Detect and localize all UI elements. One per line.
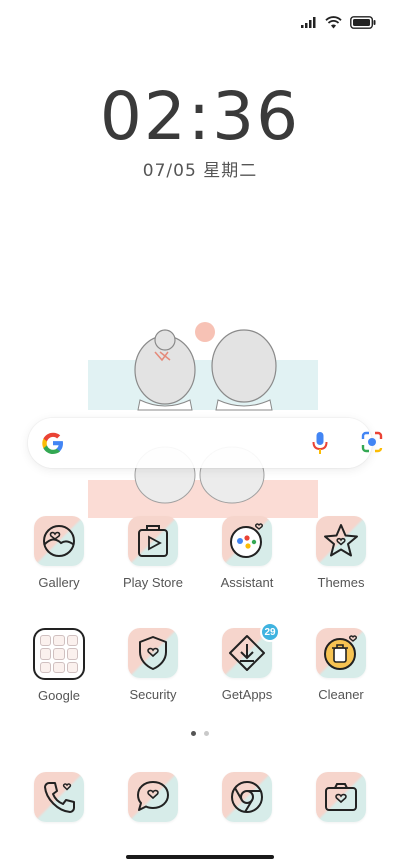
page-dot-active	[191, 731, 196, 736]
app-folder-google[interactable]: Google	[12, 628, 106, 703]
security-app-icon	[128, 628, 178, 678]
app-themes[interactable]: Themes	[294, 516, 388, 590]
themes-app-icon	[316, 516, 366, 566]
app-label: Play Store	[123, 575, 183, 590]
play-store-app-icon	[128, 516, 178, 566]
app-label: Themes	[317, 575, 365, 590]
app-getapps[interactable]: 29 GetApps	[200, 622, 294, 702]
phone-icon	[34, 772, 84, 822]
notification-badge: 29	[260, 622, 280, 642]
google-folder-icon	[33, 628, 85, 680]
app-label: Google	[38, 688, 80, 703]
app-label: Gallery	[38, 575, 80, 590]
messages-icon	[128, 772, 178, 822]
wallpaper-illustration	[88, 322, 318, 518]
app-label: GetApps	[221, 687, 273, 702]
wifi-icon	[325, 15, 342, 28]
camera-icon	[316, 772, 366, 822]
battery-icon	[350, 15, 376, 29]
google-lens-icon[interactable]	[360, 430, 384, 454]
app-gallery[interactable]: Gallery	[12, 516, 106, 590]
chrome-icon	[222, 772, 272, 822]
page-indicator[interactable]	[0, 731, 400, 736]
dock-phone[interactable]	[12, 772, 106, 822]
clock-date: 07/05 星期二	[142, 161, 258, 181]
signal-icon	[301, 17, 316, 28]
status-bar	[301, 10, 376, 34]
google-search-bar[interactable]	[28, 418, 383, 468]
page-dot	[204, 731, 209, 736]
google-logo-icon	[42, 432, 63, 454]
app-label: Security	[129, 687, 177, 702]
dock-camera[interactable]	[294, 772, 388, 822]
gallery-app-icon	[34, 516, 84, 566]
app-play-store[interactable]: Play Store	[106, 516, 200, 590]
dock-chrome[interactable]	[200, 772, 294, 822]
home-indicator[interactable]	[126, 855, 274, 859]
app-label: Assistant	[220, 575, 274, 590]
assistant-app-icon	[222, 516, 272, 566]
lockscreen-clock[interactable]: 02:36	[0, 78, 400, 155]
clock-time: 02:36	[99, 78, 301, 155]
app-security[interactable]: Security	[106, 628, 200, 702]
app-label: Cleaner	[318, 687, 364, 702]
app-cleaner[interactable]: Cleaner	[294, 628, 388, 702]
cleaner-app-icon	[316, 628, 366, 678]
dock-messages[interactable]	[106, 772, 200, 822]
app-assistant[interactable]: Assistant	[200, 516, 294, 590]
mic-icon[interactable]	[312, 430, 328, 456]
